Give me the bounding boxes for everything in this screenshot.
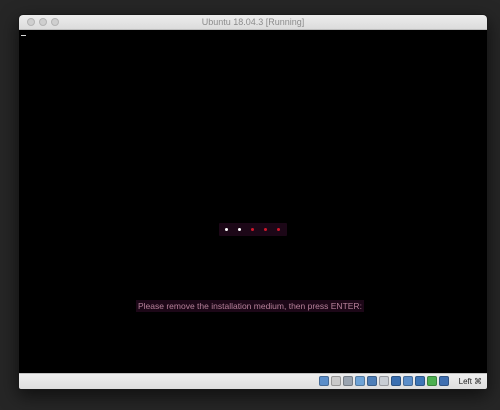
video-capture-icon[interactable] (403, 376, 413, 386)
host-key-label: Left (458, 377, 472, 386)
display-icon[interactable] (391, 376, 401, 386)
vm-screen[interactable]: Please remove the installation medium, t… (19, 30, 487, 374)
boot-progress-indicator (219, 223, 287, 236)
progress-dot (238, 228, 241, 231)
text-cursor (21, 35, 26, 36)
title-bar[interactable]: Ubuntu 18.04.3 [Running] (19, 15, 487, 30)
progress-dot (264, 228, 267, 231)
keyboard-icon[interactable] (439, 376, 449, 386)
command-key-icon: ⌘ (474, 377, 482, 386)
usb-icon[interactable] (367, 376, 377, 386)
optical-drive-icon[interactable] (331, 376, 341, 386)
network-icon[interactable] (355, 376, 365, 386)
device-indicators (319, 376, 449, 387)
virtualbox-window: Ubuntu 18.04.3 [Running] Please remove t… (18, 14, 488, 390)
window-title: Ubuntu 18.04.3 [Running] (201, 17, 305, 27)
audio-icon[interactable] (343, 376, 353, 386)
progress-dot (277, 228, 280, 231)
status-bar: Left ⌘ (19, 373, 487, 389)
hard-disk-icon[interactable] (319, 376, 329, 386)
shared-folders-icon[interactable] (379, 376, 389, 386)
mouse-integration-icon[interactable] (415, 376, 425, 386)
progress-dot (225, 228, 228, 231)
cpu-icon[interactable] (427, 376, 437, 386)
progress-dot (251, 228, 254, 231)
desktop: Ubuntu 18.04.3 [Running] Please remove t… (0, 0, 500, 410)
remove-medium-message: Please remove the installation medium, t… (136, 300, 364, 312)
host-key-indicator: Left ⌘ (459, 375, 482, 388)
